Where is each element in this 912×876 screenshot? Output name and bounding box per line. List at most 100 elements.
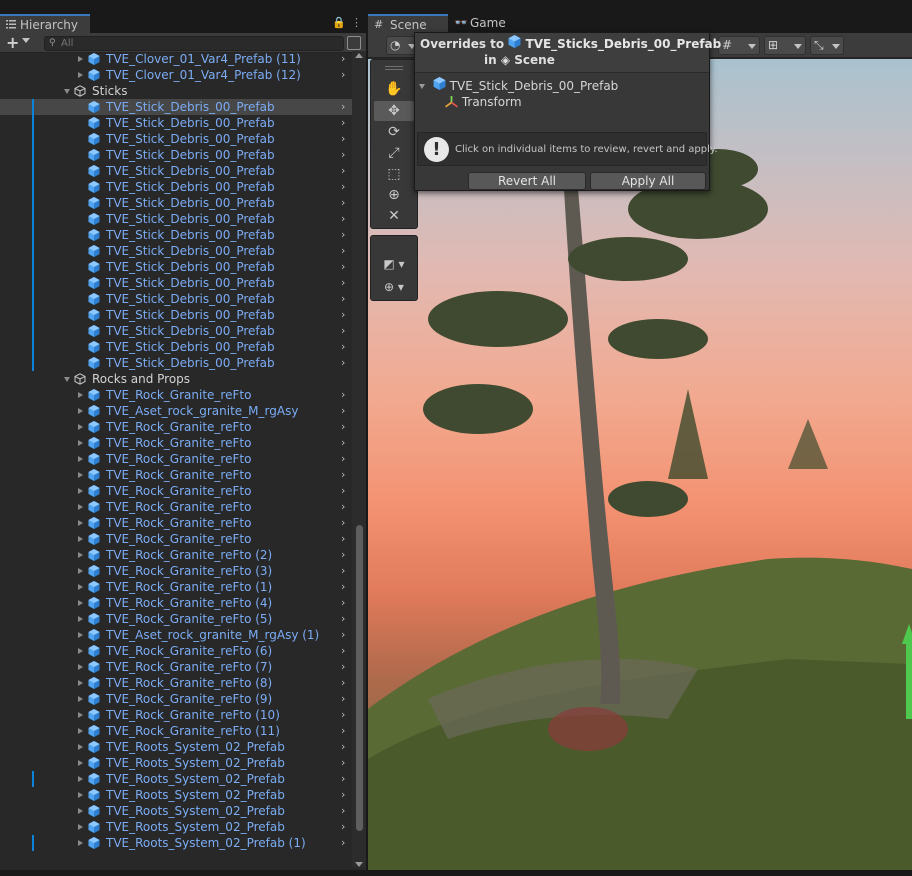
open-prefab-chevron-icon[interactable]: › (341, 643, 345, 659)
open-prefab-chevron-icon[interactable]: › (341, 675, 345, 691)
tab-game[interactable]: 👓 Game (448, 14, 518, 33)
hierarchy-row[interactable]: TVE_Stick_Debris_00_Prefab › (0, 195, 352, 211)
hierarchy-row[interactable]: TVE_Aset_rock_granite_M_rgAsy (1) › (0, 627, 352, 643)
open-prefab-chevron-icon[interactable]: › (341, 499, 345, 515)
open-prefab-chevron-icon[interactable]: › (341, 179, 345, 195)
hierarchy-row[interactable]: TVE_Rock_Granite_reFto › (0, 531, 352, 547)
open-prefab-chevron-icon[interactable]: › (341, 707, 345, 723)
orientation-globe-icon[interactable]: ⊕ ▾ (374, 277, 414, 297)
open-prefab-chevron-icon[interactable]: › (341, 451, 345, 467)
open-prefab-chevron-icon[interactable]: › (341, 819, 345, 835)
hierarchy-row[interactable]: TVE_Stick_Debris_00_Prefab › (0, 131, 352, 147)
open-prefab-chevron-icon[interactable]: › (341, 691, 345, 707)
foldout-closed-icon[interactable] (78, 408, 83, 414)
foldout-closed-icon[interactable] (78, 664, 83, 670)
open-prefab-chevron-icon[interactable]: › (341, 403, 345, 419)
overlay-grip[interactable] (385, 66, 403, 67)
hierarchy-row[interactable]: TVE_Roots_System_02_Prefab › (0, 771, 352, 787)
hierarchy-row[interactable]: TVE_Roots_System_02_Prefab › (0, 819, 352, 835)
overlay-grip[interactable] (385, 69, 403, 70)
hierarchy-row[interactable]: TVE_Rock_Granite_reFto › (0, 515, 352, 531)
search-field[interactable]: ⚲ (44, 36, 344, 51)
panel-menu-icon[interactable]: ⋮ (351, 16, 362, 29)
hierarchy-row[interactable]: TVE_Stick_Debris_00_Prefab › (0, 147, 352, 163)
foldout-closed-icon[interactable] (78, 776, 83, 782)
open-prefab-chevron-icon[interactable]: › (341, 483, 345, 499)
foldout-closed-icon[interactable] (78, 72, 83, 78)
chevron-down-icon[interactable] (22, 38, 30, 43)
foldout-closed-icon[interactable] (78, 520, 83, 526)
open-prefab-chevron-icon[interactable]: › (341, 435, 345, 451)
hierarchy-row[interactable]: TVE_Aset_rock_granite_M_rgAsy › (0, 403, 352, 419)
hierarchy-row[interactable]: TVE_Stick_Debris_00_Prefab › (0, 99, 352, 115)
open-prefab-chevron-icon[interactable]: › (341, 531, 345, 547)
move-tool-icon[interactable]: ✥ (374, 101, 414, 121)
foldout-closed-icon[interactable] (78, 472, 83, 478)
foldout-closed-icon[interactable] (78, 840, 83, 846)
hierarchy-row[interactable]: TVE_Stick_Debris_00_Prefab › (0, 227, 352, 243)
open-prefab-chevron-icon[interactable]: › (341, 51, 345, 67)
open-prefab-chevron-icon[interactable]: › (341, 211, 345, 227)
foldout-closed-icon[interactable] (78, 584, 83, 590)
hierarchy-row[interactable]: TVE_Rock_Granite_reFto (8) › (0, 675, 352, 691)
scene-search-options-icon[interactable] (347, 36, 361, 50)
foldout-open-icon[interactable] (419, 84, 425, 89)
hierarchy-row[interactable]: TVE_Clover_01_Var4_Prefab (11) › (0, 51, 352, 67)
draw-mode-icon[interactable]: ◩ ▾ (374, 254, 414, 274)
hierarchy-row[interactable]: TVE_Stick_Debris_00_Prefab › (0, 307, 352, 323)
hierarchy-row[interactable]: TVE_Clover_01_Var4_Prefab (12) › (0, 67, 352, 83)
hierarchy-row[interactable]: TVE_Roots_System_02_Prefab › (0, 787, 352, 803)
foldout-closed-icon[interactable] (78, 712, 83, 718)
create-button[interactable]: + (6, 33, 19, 52)
scroll-up-arrow-icon[interactable] (355, 53, 363, 58)
hierarchy-row[interactable]: TVE_Rock_Granite_reFto › (0, 435, 352, 451)
scroll-down-arrow-icon[interactable] (355, 862, 363, 867)
foldout-closed-icon[interactable] (78, 744, 83, 750)
open-prefab-chevron-icon[interactable]: › (341, 755, 345, 771)
open-prefab-chevron-icon[interactable]: › (341, 419, 345, 435)
open-prefab-chevron-icon[interactable]: › (341, 323, 345, 339)
open-prefab-chevron-icon[interactable]: › (341, 787, 345, 803)
revert-all-button[interactable]: Revert All (468, 172, 586, 190)
foldout-closed-icon[interactable] (78, 504, 83, 510)
hierarchy-row[interactable]: TVE_Rock_Granite_reFto (3) › (0, 563, 352, 579)
hierarchy-row[interactable]: TVE_Stick_Debris_00_Prefab › (0, 355, 352, 371)
hierarchy-row[interactable]: TVE_Roots_System_02_Prefab (1) › (0, 835, 352, 851)
hierarchy-row[interactable]: TVE_Rock_Granite_reFto (10) › (0, 707, 352, 723)
open-prefab-chevron-icon[interactable]: › (341, 835, 345, 851)
hierarchy-row[interactable]: TVE_Rock_Granite_reFto (4) › (0, 595, 352, 611)
foldout-closed-icon[interactable] (78, 536, 83, 542)
hierarchy-row[interactable]: TVE_Rock_Granite_reFto (7) › (0, 659, 352, 675)
open-prefab-chevron-icon[interactable]: › (341, 515, 345, 531)
foldout-closed-icon[interactable] (78, 456, 83, 462)
hierarchy-row[interactable]: TVE_Rock_Granite_reFto › (0, 499, 352, 515)
open-prefab-chevron-icon[interactable]: › (341, 115, 345, 131)
open-prefab-chevron-icon[interactable]: › (341, 67, 345, 83)
foldout-closed-icon[interactable] (78, 424, 83, 430)
foldout-closed-icon[interactable] (78, 488, 83, 494)
open-prefab-chevron-icon[interactable]: › (341, 195, 345, 211)
hierarchy-row[interactable]: TVE_Stick_Debris_00_Prefab › (0, 179, 352, 195)
open-prefab-chevron-icon[interactable]: › (341, 739, 345, 755)
open-prefab-chevron-icon[interactable]: › (341, 275, 345, 291)
hierarchy-row[interactable]: TVE_Rock_Granite_reFto (11) › (0, 723, 352, 739)
rect-tool-icon[interactable]: ⬚ (374, 164, 414, 184)
hierarchy-row[interactable]: TVE_Roots_System_02_Prefab › (0, 803, 352, 819)
hierarchy-row[interactable]: TVE_Stick_Debris_00_Prefab › (0, 211, 352, 227)
hierarchy-group-row[interactable]: Rocks and Props (0, 371, 352, 387)
custom-tool-icon[interactable]: ✕ (374, 206, 414, 226)
transform-tool-icon[interactable]: ⊕ (374, 185, 414, 205)
foldout-closed-icon[interactable] (78, 392, 83, 398)
open-prefab-chevron-icon[interactable]: › (341, 355, 345, 371)
tab-hierarchy[interactable]: Hierarchy (0, 14, 90, 33)
open-prefab-chevron-icon[interactable]: › (341, 803, 345, 819)
hierarchy-row[interactable]: TVE_Stick_Debris_00_Prefab › (0, 323, 352, 339)
open-prefab-chevron-icon[interactable]: › (341, 147, 345, 163)
open-prefab-chevron-icon[interactable]: › (341, 387, 345, 403)
hierarchy-row[interactable]: TVE_Rock_Granite_reFto › (0, 419, 352, 435)
move-gizmo-y-axis[interactable] (906, 639, 912, 719)
hierarchy-scrollbar[interactable] (352, 51, 366, 867)
open-prefab-chevron-icon[interactable]: › (341, 243, 345, 259)
open-prefab-chevron-icon[interactable]: › (341, 595, 345, 611)
apply-all-button[interactable]: Apply All (590, 172, 706, 190)
